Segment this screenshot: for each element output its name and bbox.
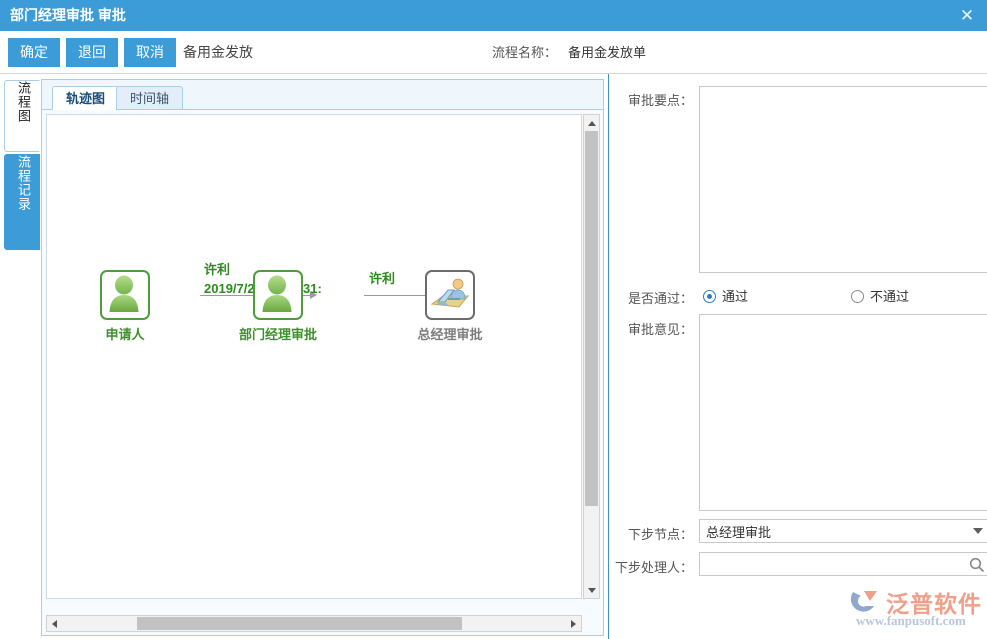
workflow-node-applicant-caption: 申请人	[105, 324, 144, 343]
canvas-vertical-scrollbar[interactable]	[583, 114, 600, 599]
chevron-down-icon[interactable]	[973, 528, 983, 534]
confirm-button[interactable]: 确定	[8, 38, 60, 67]
close-icon[interactable]: ✕	[947, 0, 987, 31]
workflow-node-dept-manager[interactable]: 部门经理审批	[253, 270, 303, 320]
approval-comment-textarea[interactable]	[699, 314, 987, 511]
next-handler-label: 下步处理人：	[613, 557, 693, 576]
cancel-button[interactable]: 取消	[124, 38, 176, 67]
workflow-node-general-manager-caption: 总经理审批	[417, 324, 482, 343]
user-green-icon	[105, 274, 143, 314]
sidebar-item-flow-record[interactable]: 流程记录	[4, 154, 40, 250]
workflow-node-general-manager[interactable]: 总经理审批	[425, 270, 475, 320]
user-at-desk-icon	[429, 274, 471, 316]
radio-pass[interactable]: 通过	[703, 286, 748, 305]
sidebar-item-flow-diagram[interactable]: 流程图	[4, 80, 40, 152]
canvas-horizontal-scrollbar[interactable]	[46, 615, 582, 632]
window-titlebar: 部门经理审批 审批 ✕	[0, 0, 987, 31]
toolbar: 确定 退回 取消 备用金发放 流程名称： 备用金发放单	[0, 31, 987, 74]
diagram-panel: 轨迹图 时间轴 许利 2019/7/23 下午5:31: 许利	[41, 79, 604, 636]
document-title: 备用金发放	[183, 38, 253, 67]
scroll-left-arrow-icon[interactable]	[47, 616, 62, 631]
radio-fail-dot[interactable]	[851, 290, 864, 303]
workflow-edge-1-actor: 许利	[204, 259, 230, 278]
approval-window: 部门经理审批 审批 ✕ 确定 退回 取消 备用金发放 流程名称： 备用金发放单 …	[0, 0, 987, 639]
flow-name-label: 流程名称：	[492, 38, 557, 67]
pass-radio-group: 通过 不通过	[699, 286, 987, 306]
scroll-right-arrow-icon[interactable]	[566, 616, 581, 631]
workflow-node-applicant[interactable]: 申请人	[100, 270, 150, 320]
pass-question-label: 是否通过：	[621, 288, 693, 307]
horizontal-scrollbar-thumb[interactable]	[137, 617, 462, 630]
window-title: 部门经理审批 审批	[10, 0, 126, 31]
vertical-scrollbar-thumb[interactable]	[585, 131, 598, 506]
workflow-edge-2-actor: 许利	[369, 268, 395, 287]
search-icon[interactable]	[969, 557, 985, 573]
side-tab-rail: 流程图 流程记录	[0, 76, 41, 639]
next-node-input[interactable]	[699, 519, 987, 543]
scroll-down-arrow-icon[interactable]	[584, 583, 599, 598]
approval-points-label: 审批要点：	[621, 90, 693, 109]
next-handler-input[interactable]	[699, 552, 987, 576]
tab-timeline[interactable]: 时间轴	[116, 86, 183, 110]
sidebar-item-flow-record-label: 流程记录	[5, 155, 41, 211]
tab-trajectory-diagram[interactable]: 轨迹图	[52, 86, 119, 110]
diagram-tabstrip: 轨迹图 时间轴	[42, 80, 603, 110]
approval-form-panel: 审批要点： 是否通过： 通过 不通过 审批意见： 下步节点： 下步处理人：	[608, 74, 987, 639]
radio-fail[interactable]: 不通过	[851, 286, 909, 305]
approval-comment-label: 审批意见：	[621, 319, 693, 338]
return-button[interactable]: 退回	[66, 38, 118, 67]
flow-name-value: 备用金发放单	[568, 38, 646, 67]
workflow-canvas[interactable]: 许利 2019/7/23 下午5:31: 许利	[46, 114, 582, 599]
approval-points-textarea[interactable]	[699, 86, 987, 273]
user-green-icon	[258, 274, 296, 314]
scroll-up-arrow-icon[interactable]	[584, 115, 599, 130]
workflow-node-dept-manager-caption: 部门经理审批	[239, 324, 317, 343]
sidebar-item-flow-diagram-label: 流程图	[5, 81, 41, 123]
next-node-label: 下步节点：	[621, 524, 693, 543]
radio-pass-label: 通过	[722, 289, 748, 304]
radio-pass-dot[interactable]	[703, 290, 716, 303]
radio-fail-label: 不通过	[870, 289, 909, 304]
